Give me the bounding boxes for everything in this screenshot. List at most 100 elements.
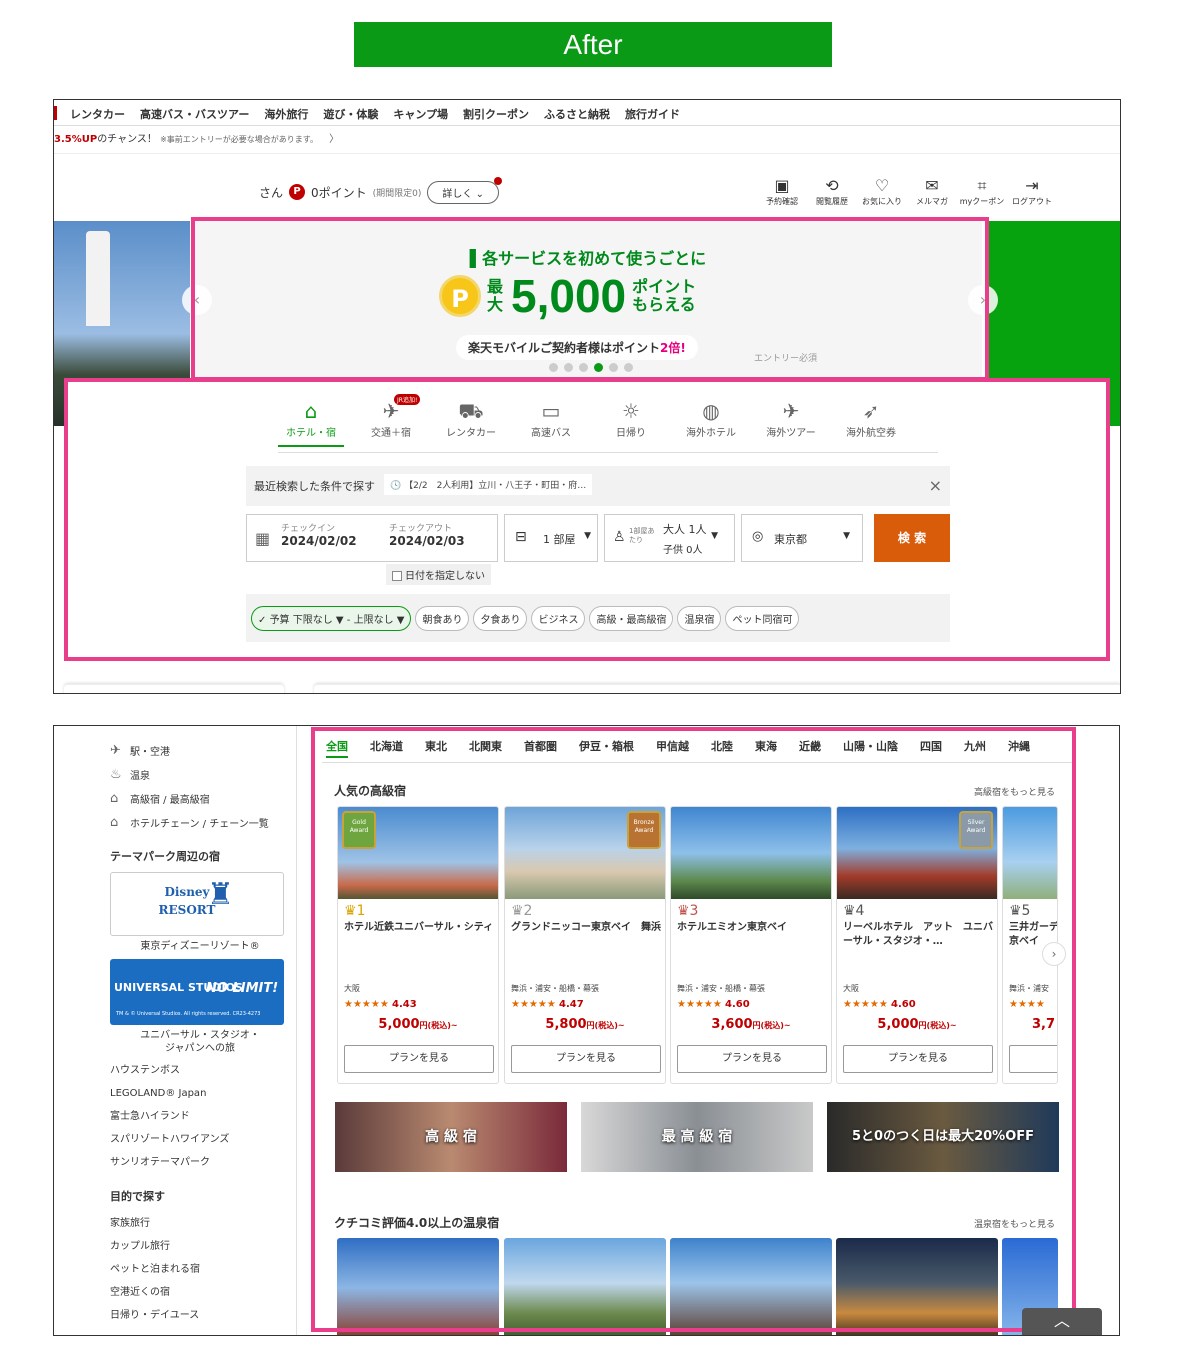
- reservation-icon: ▣: [774, 176, 790, 195]
- detail-button[interactable]: 詳しく ⌄: [427, 176, 502, 204]
- tab-overseas-hotel-label: 海外ホテル: [686, 428, 736, 439]
- tab-rentacar[interactable]: ⛟ レンタカー: [438, 398, 504, 447]
- purpose-link[interactable]: 日帰り・デイユース: [110, 1304, 290, 1327]
- nav-guide[interactable]: 旅行ガイド: [625, 106, 680, 122]
- room-value: 1 部屋: [543, 533, 576, 546]
- mycoupon-button[interactable]: ⌗ myクーポン: [959, 176, 1005, 207]
- reservation-button[interactable]: ▣ 予約確認: [762, 176, 802, 207]
- search-panel: ⌂ ホテル・宿 ✈ JR追加! 交通＋宿 ⛟ レンタカー ▭ 高速バス ☼ 日帰り ◍ 海外ホ…: [64, 378, 1110, 661]
- park-link[interactable]: 富士急ハイランド: [110, 1105, 290, 1128]
- bus-icon: ▭: [541, 399, 561, 423]
- mycoupon-label: myクーポン: [959, 197, 1005, 206]
- promo-bar[interactable]: 3.5%UPのチャンス！ ※事前エントリーが必要な場合があります。 〉: [54, 130, 1120, 154]
- tab-hotel[interactable]: ⌂ ホテル・宿: [278, 398, 344, 447]
- car-icon: ⛟: [458, 399, 484, 423]
- park-link[interactable]: ハウステンボス: [110, 1059, 290, 1082]
- plane-icon: ✈: [110, 742, 121, 758]
- castle-icon: ♜: [207, 877, 234, 912]
- sidebar-item-station[interactable]: ✈ 駅・空港: [110, 738, 290, 762]
- purpose-link[interactable]: 家族旅行: [110, 1212, 290, 1235]
- search-button[interactable]: 検 索: [874, 514, 950, 562]
- tab-overseas-flight[interactable]: ➶ 海外航空券: [838, 398, 904, 447]
- tab-bus-label: 高速バス: [531, 428, 571, 439]
- content-card-edge: [64, 684, 284, 693]
- mailmag-button[interactable]: ✉ メルマガ: [912, 176, 952, 207]
- nav-rentacar[interactable]: レンタカー: [70, 106, 125, 122]
- park-link[interactable]: LEGOLAND® Japan: [110, 1082, 290, 1105]
- tdl-banner[interactable]: Disney RESORT ♜: [110, 872, 284, 936]
- nav-coupon[interactable]: 割引クーポン: [463, 106, 529, 122]
- coupon-icon: ⌗: [977, 176, 987, 195]
- purpose-heading: 目的で探す: [110, 1190, 165, 1203]
- sidebar-item-luxury[interactable]: ⌂ 高級宿 / 最高級宿: [110, 786, 290, 810]
- nav-camp[interactable]: キャンプ場: [393, 106, 448, 122]
- history-button[interactable]: ⟲ 閲覧履歴: [812, 176, 852, 207]
- point-balance: 0ポイント: [311, 185, 367, 200]
- user-icon-menu: ▣ 予約確認 ⟲ 閲覧履歴 ♡ お気に入り ✉ メルマガ ⌗ myクーポン ⇥ ログアウト: [762, 176, 1052, 207]
- sidebar-item-onsen[interactable]: ♨ 温泉: [110, 762, 290, 786]
- tab-dayuse[interactable]: ☼ 日帰り: [598, 398, 664, 447]
- filter-business[interactable]: ビジネス: [531, 605, 586, 631]
- tab-transport-hotel[interactable]: ✈ JR追加! 交通＋宿: [358, 394, 424, 447]
- recent-search: 最近検索した条件で探す 🕓 【2/2 2人利用】立川・八王子・町田・府… ×: [246, 466, 950, 506]
- favorites-button[interactable]: ♡ お気に入り: [862, 176, 902, 207]
- nav-activities[interactable]: 遊び・体験: [323, 106, 378, 122]
- history-label: 閲覧履歴: [816, 197, 848, 206]
- tab-overseas-tour[interactable]: ✈ 海外ツアー: [758, 398, 824, 447]
- filter-onsen[interactable]: 温泉宿: [677, 605, 722, 631]
- budget-filter[interactable]: ✓ 予算 下限なし ▼ - 上限なし ▼: [251, 605, 412, 631]
- mailmag-label: メルマガ: [916, 197, 948, 206]
- logout-button[interactable]: ⇥ ログアウト: [1012, 176, 1052, 207]
- sidebar-label: 駅・空港: [130, 746, 170, 758]
- promo-text: のチャンス！: [97, 134, 157, 145]
- filter-dinner[interactable]: 夕食あり: [473, 605, 528, 631]
- nav-furusato[interactable]: ふるさと納税: [544, 106, 610, 122]
- purpose-link[interactable]: ペットと泊まれる宿: [110, 1258, 290, 1281]
- room-select[interactable]: ⊟ 1 部屋 ▼: [504, 514, 598, 562]
- park-link[interactable]: スパリゾートハワイアンズ: [110, 1128, 290, 1151]
- hotel-icon: ⌂: [110, 790, 119, 806]
- purpose-link[interactable]: カップル旅行: [110, 1235, 290, 1258]
- brand-bar: [54, 106, 57, 120]
- guest-select[interactable]: ♙ 1部屋あたり 大人 1人 子供 0人 ▼: [604, 514, 735, 562]
- park-link[interactable]: サンリオテーマパーク: [110, 1151, 290, 1174]
- limited-points: (期間限定0): [372, 188, 422, 199]
- user-suffix: さん: [259, 185, 284, 200]
- hotel-icon: ⌂: [110, 814, 119, 830]
- service-tabs: ⌂ ホテル・宿 ✈ JR追加! 交通＋宿 ⛟ レンタカー ▭ 高速バス ☼ 日帰り ◍ 海外ホ…: [278, 394, 904, 447]
- usj-banner[interactable]: UNIVERSAL STUDIOS NO LIMIT! TM & © Unive…: [110, 959, 284, 1025]
- close-icon[interactable]: ×: [929, 476, 942, 495]
- detail-label: 詳しく: [442, 188, 473, 200]
- filter-luxury[interactable]: 高級・最高級宿: [589, 605, 674, 631]
- checkout-label: チェックアウト: [389, 524, 453, 534]
- calendar-icon: ▦: [255, 529, 271, 548]
- purpose-link[interactable]: 空港近くの宿: [110, 1281, 290, 1304]
- filter-pet[interactable]: ペット同宿可: [725, 605, 800, 631]
- mail-icon: ✉: [925, 176, 939, 195]
- reservation-label: 予約確認: [766, 197, 798, 206]
- date-picker[interactable]: ▦ チェックイン 2024/02/02 チェックアウト 2024/02/03: [246, 514, 498, 562]
- nav-bus[interactable]: 高速バス・バスツアー: [140, 106, 249, 122]
- tdl-caption[interactable]: 東京ディズニーリゾート®: [110, 940, 290, 953]
- hotel-icon: ⌂: [304, 399, 318, 423]
- usj-copyright: TM & © Universal Studios. All rights res…: [116, 1011, 261, 1017]
- usj-caption[interactable]: ユニバーサル・スタジオ・ジャパンへの旅: [110, 1029, 290, 1055]
- recent-search-item[interactable]: 🕓 【2/2 2人利用】立川・八王子・町田・府…: [384, 474, 593, 495]
- chevron-down-icon: ▼: [843, 531, 850, 541]
- sun-icon: ☼: [622, 399, 640, 423]
- adults-value: 大人 1人: [663, 523, 707, 536]
- sidebar-item-chain[interactable]: ⌂ ホテルチェーン / チェーン一覧: [110, 810, 290, 834]
- filter-breakfast[interactable]: 朝食あり: [415, 605, 470, 631]
- sidebar: ✈ 駅・空港 ♨ 温泉 ⌂ 高級宿 / 最高級宿 ⌂ ホテルチェーン / チェーン一覧 …: [110, 726, 290, 1327]
- tab-overseas-hotel[interactable]: ◍ 海外ホテル: [678, 398, 744, 447]
- location-pin-icon: ◎: [752, 529, 764, 544]
- no-date-checkbox[interactable]: 日付を指定しない: [386, 564, 491, 585]
- scroll-top-button[interactable]: ︿: [1022, 1308, 1102, 1335]
- chevron-down-icon: ▼: [711, 531, 718, 541]
- nav-overseas[interactable]: 海外旅行: [264, 106, 308, 122]
- favorites-label: お気に入り: [862, 197, 902, 206]
- tab-bus[interactable]: ▭ 高速バス: [518, 398, 584, 447]
- area-select[interactable]: ◎ 東京都 ▼: [741, 514, 863, 562]
- theme-park-heading: テーマパーク周辺の宿: [110, 850, 220, 863]
- bed-icon: ⊟: [515, 529, 527, 545]
